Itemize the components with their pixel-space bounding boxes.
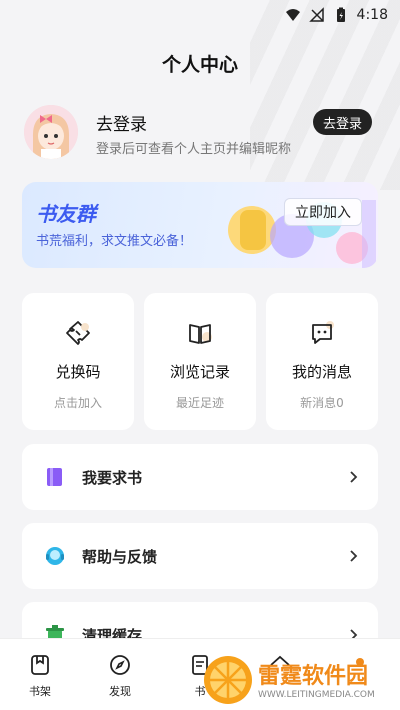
banner-subtitle: 书荒福利，求文推文必备！	[36, 234, 193, 249]
ticket-icon	[66, 321, 90, 345]
watermark-url: WWW.LEITINGMEDIA.COM	[258, 690, 375, 700]
join-group-button[interactable]: 立即加入	[284, 198, 362, 226]
menu-item-help-feedback[interactable]: 帮助与反馈	[22, 523, 378, 589]
card-label: 浏览记录	[169, 363, 230, 381]
status-time: 4:18	[356, 7, 388, 23]
watermark-text: 雷霆软件园	[258, 664, 369, 689]
page-title: 个人中心	[161, 54, 238, 76]
orange-logo-icon	[204, 656, 252, 704]
tab-bookshelf[interactable]: 书架	[10, 653, 70, 699]
quick-cards: 兑换码 点击加入 浏览记录 最近足迹 我的消息 新消息0	[22, 293, 378, 430]
menu-item-label: 帮助与反馈	[82, 547, 158, 566]
menu-item-request-book[interactable]: 我要求书	[22, 444, 378, 510]
card-sub: 点击加入	[53, 396, 102, 410]
book-icon	[189, 324, 212, 344]
card-messages[interactable]: 我的消息 新消息0	[266, 293, 378, 430]
wifi-icon	[285, 9, 300, 21]
card-sub: 最近足迹	[175, 396, 224, 410]
tab-discover[interactable]: 发现	[90, 653, 150, 699]
profile-name[interactable]: 去登录	[96, 110, 147, 135]
chevron-right-icon	[350, 471, 358, 483]
profile-subtitle: 登录后可查看个人主页并编辑昵称	[96, 142, 292, 157]
status-bar: 4:18	[0, 0, 400, 30]
request-book-icon	[47, 468, 62, 486]
tab-label: 发现	[109, 685, 131, 698]
help-icon	[46, 547, 64, 565]
card-label: 我的消息	[291, 363, 352, 381]
message-icon	[312, 321, 334, 344]
reader-group-banner[interactable]: 书友群 书荒福利，求文推文必备！ 立即加入	[22, 182, 378, 268]
banner-title: 书友群	[36, 202, 96, 226]
card-sub: 新消息0	[300, 396, 344, 410]
compass-icon	[110, 655, 130, 675]
menu-item-label: 我要求书	[82, 468, 143, 487]
card-redeem-code[interactable]: 兑换码 点击加入	[22, 293, 134, 430]
card-history[interactable]: 浏览记录 最近足迹	[144, 293, 256, 430]
tab-label: 书架	[29, 685, 51, 698]
chevron-right-icon	[350, 550, 358, 562]
avatar-illustration	[24, 105, 78, 159]
bookshelf-icon	[31, 655, 49, 675]
battery-icon	[336, 7, 345, 22]
watermark: 雷霆软件园 WWW.LEITINGMEDIA.COM	[198, 652, 400, 710]
avatar[interactable]	[24, 105, 78, 159]
login-button[interactable]: 去登录	[312, 109, 372, 135]
no-signal-icon	[308, 7, 324, 22]
card-label: 兑换码	[55, 363, 101, 381]
